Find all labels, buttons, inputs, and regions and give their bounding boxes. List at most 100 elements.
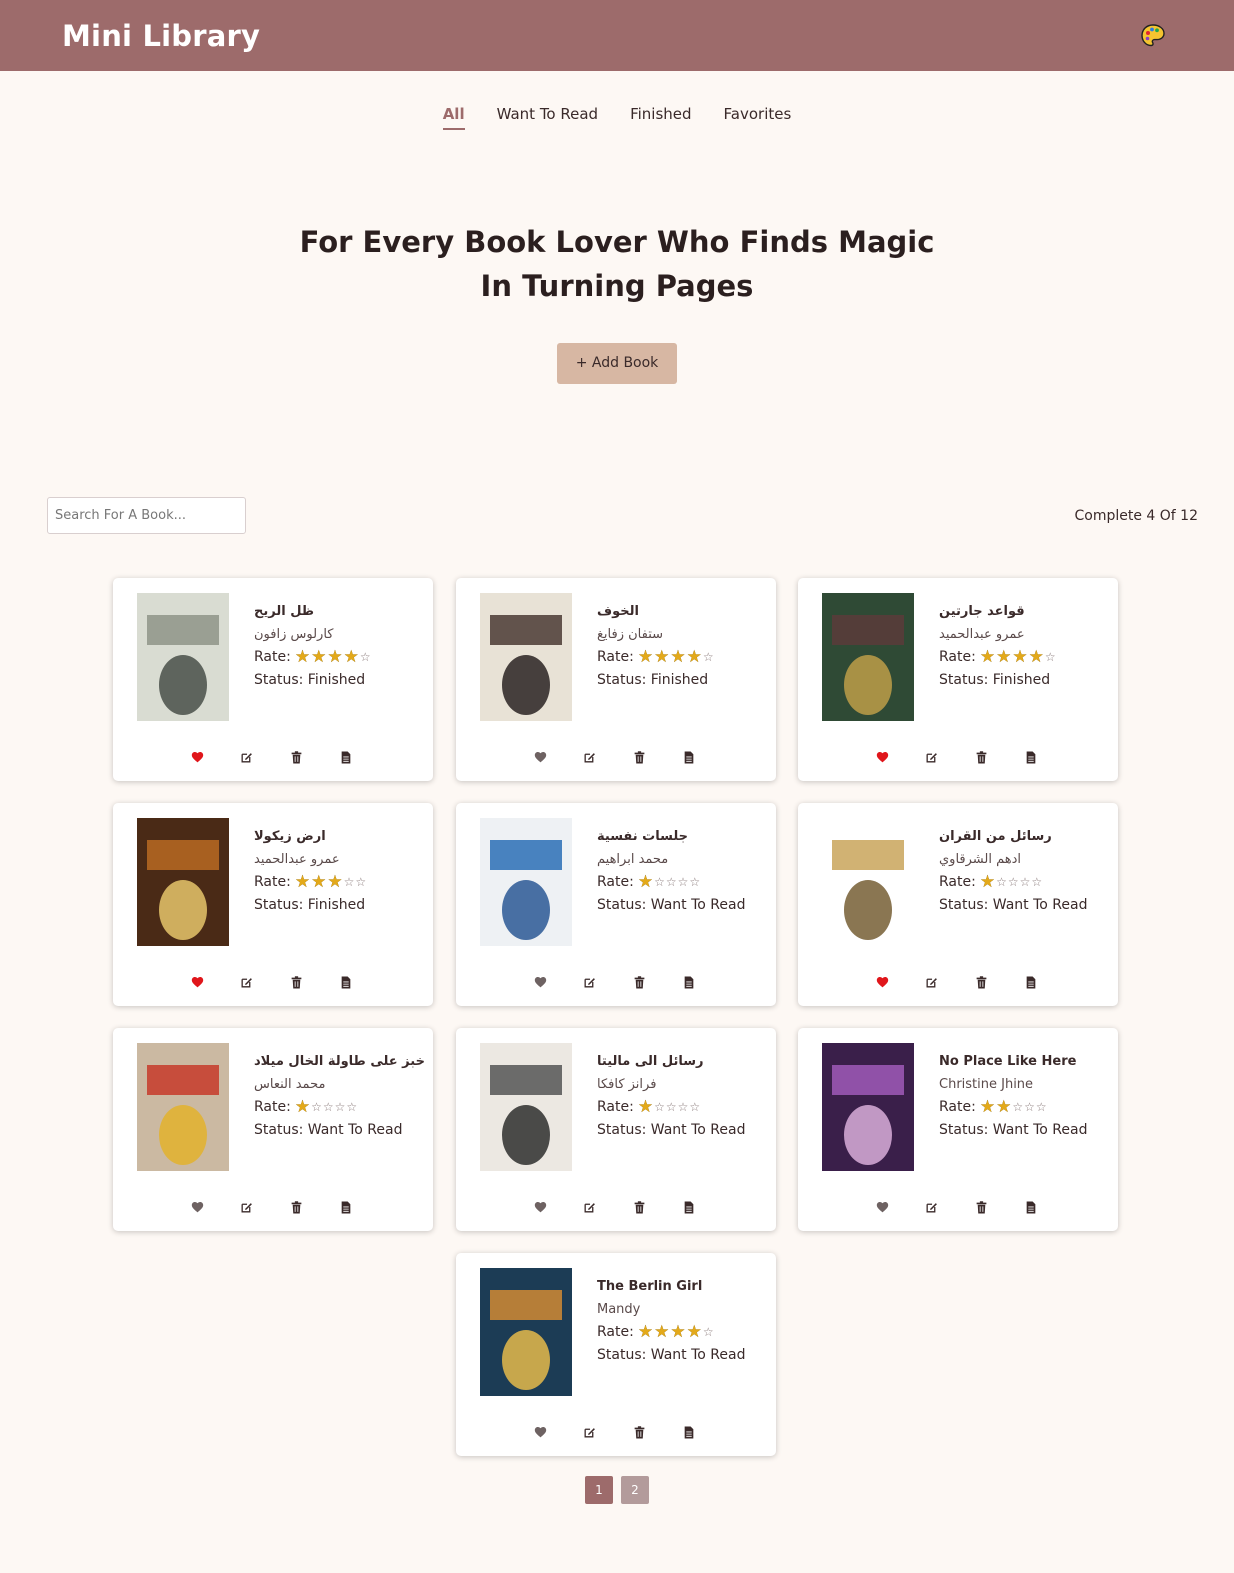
file-icon — [341, 976, 351, 988]
rating-row: Rate: ★ ★ ★ ★ ☆ — [254, 646, 424, 669]
edit-button[interactable] — [582, 749, 598, 765]
book-status: Status: Want To Read — [254, 1122, 403, 1138]
tab-favorites[interactable]: Favorites — [724, 105, 792, 130]
trash-icon — [634, 1200, 645, 1213]
delete-button[interactable] — [631, 1424, 647, 1440]
hero-section: For Every Book Lover Who Finds Magic In … — [0, 220, 1234, 384]
edit-button[interactable] — [924, 1199, 940, 1215]
details-button[interactable] — [338, 749, 354, 765]
book-cover-art — [822, 1043, 914, 1171]
star-filled-icon: ★ — [294, 1097, 311, 1117]
details-button[interactable] — [681, 749, 697, 765]
edit-button[interactable] — [924, 974, 940, 990]
delete-button[interactable] — [973, 974, 989, 990]
favorite-button[interactable] — [874, 749, 890, 765]
theme-palette-button[interactable] — [1138, 21, 1168, 51]
star-empty-icon: ☆ — [346, 1100, 358, 1114]
star-empty-icon: ☆ — [355, 875, 367, 889]
edit-button[interactable] — [239, 974, 255, 990]
book-status: Status: Finished — [597, 672, 709, 688]
details-button[interactable] — [681, 974, 697, 990]
trash-icon — [291, 1200, 302, 1213]
book-author: عمرو عبدالحميد — [939, 627, 1025, 642]
trash-icon — [291, 975, 302, 988]
book-cover — [480, 1268, 572, 1396]
rating-label: Rate: — [939, 649, 976, 665]
rating-row: Rate: ★ ☆ ☆ ☆ ☆ — [597, 1096, 767, 1119]
star-filled-icon: ★ — [311, 872, 327, 892]
book-actions — [113, 749, 433, 765]
star-empty-icon: ☆ — [334, 1100, 346, 1114]
heart-icon — [534, 1202, 546, 1213]
edit-icon — [584, 1202, 596, 1212]
details-button[interactable] — [1023, 749, 1039, 765]
favorite-button[interactable] — [532, 749, 548, 765]
completion-counter: Complete 4 Of 12 — [1074, 507, 1199, 524]
heart-icon — [534, 752, 546, 763]
star-filled-icon: ★ — [637, 1322, 654, 1342]
edit-button[interactable] — [239, 749, 255, 765]
book-grid: 12 ظل الريح كارلوس زافون Rate: ★ ★ ★ ★ ☆ Status:… — [0, 578, 1234, 1504]
page-button-2[interactable]: 2 — [621, 1476, 649, 1504]
delete-button[interactable] — [631, 749, 647, 765]
book-actions — [456, 1199, 776, 1215]
favorite-button[interactable] — [189, 749, 205, 765]
tab-finished[interactable]: Finished — [630, 105, 691, 130]
edit-icon — [241, 752, 253, 762]
details-button[interactable] — [338, 1199, 354, 1215]
book-cover — [480, 593, 572, 721]
book-author: ستفان زفايغ — [597, 627, 664, 642]
star-empty-icon: ☆ — [311, 1100, 322, 1114]
rating-stars: ★ ★ ★ ★ ☆ — [638, 649, 714, 666]
favorite-button[interactable] — [532, 974, 548, 990]
book-card: خبز على طاولة الخال ميلاد محمد النعاس Rate… — [113, 1028, 433, 1231]
delete-button[interactable] — [631, 1199, 647, 1215]
delete-button[interactable] — [288, 749, 304, 765]
rating-row: Rate: ★ ★ ★ ★ ☆ — [597, 1321, 767, 1344]
edit-button[interactable] — [582, 974, 598, 990]
favorite-button[interactable] — [189, 1199, 205, 1215]
book-actions — [113, 1199, 433, 1215]
star-filled-icon: ★ — [637, 647, 654, 667]
trash-icon — [634, 975, 645, 988]
delete-button[interactable] — [631, 974, 647, 990]
add-book-button[interactable]: + Add Book — [557, 343, 677, 384]
delete-button[interactable] — [288, 974, 304, 990]
edit-button[interactable] — [239, 1199, 255, 1215]
star-empty-icon: ☆ — [1007, 875, 1019, 889]
app-title: Mini Library — [62, 18, 261, 53]
edit-button[interactable] — [582, 1424, 598, 1440]
favorite-button[interactable] — [874, 974, 890, 990]
star-empty-icon: ☆ — [665, 1100, 677, 1114]
details-button[interactable] — [338, 974, 354, 990]
details-button[interactable] — [681, 1199, 697, 1215]
edit-button[interactable] — [582, 1199, 598, 1215]
rating-stars: ★ ★ ★ ★ ☆ — [295, 649, 371, 666]
favorite-button[interactable] — [189, 974, 205, 990]
details-button[interactable] — [681, 1424, 697, 1440]
page-button-1[interactable]: 1 — [585, 1476, 613, 1504]
search-input[interactable] — [47, 497, 246, 534]
rating-row: Rate: ★ ★ ★ ☆ ☆ — [254, 871, 424, 894]
trash-icon — [976, 975, 987, 988]
delete-button[interactable] — [288, 1199, 304, 1215]
book-author: Mandy — [597, 1302, 641, 1317]
delete-button[interactable] — [973, 1199, 989, 1215]
details-button[interactable] — [1023, 974, 1039, 990]
file-icon — [1026, 1201, 1036, 1213]
rating-label: Rate: — [254, 1099, 291, 1115]
tab-want-to-read[interactable]: Want To Read — [497, 105, 598, 130]
file-icon — [684, 751, 694, 763]
book-cover — [480, 1043, 572, 1171]
favorite-button[interactable] — [874, 1199, 890, 1215]
book-status: Status: Want To Read — [597, 1347, 746, 1363]
book-cover-art — [480, 1268, 572, 1396]
delete-button[interactable] — [973, 749, 989, 765]
list-toolbar: Complete 4 Of 12 — [0, 497, 1234, 534]
favorite-button[interactable] — [532, 1424, 548, 1440]
file-icon — [341, 1201, 351, 1213]
details-button[interactable] — [1023, 1199, 1039, 1215]
edit-button[interactable] — [924, 749, 940, 765]
favorite-button[interactable] — [532, 1199, 548, 1215]
tab-all[interactable]: All — [442, 105, 465, 130]
